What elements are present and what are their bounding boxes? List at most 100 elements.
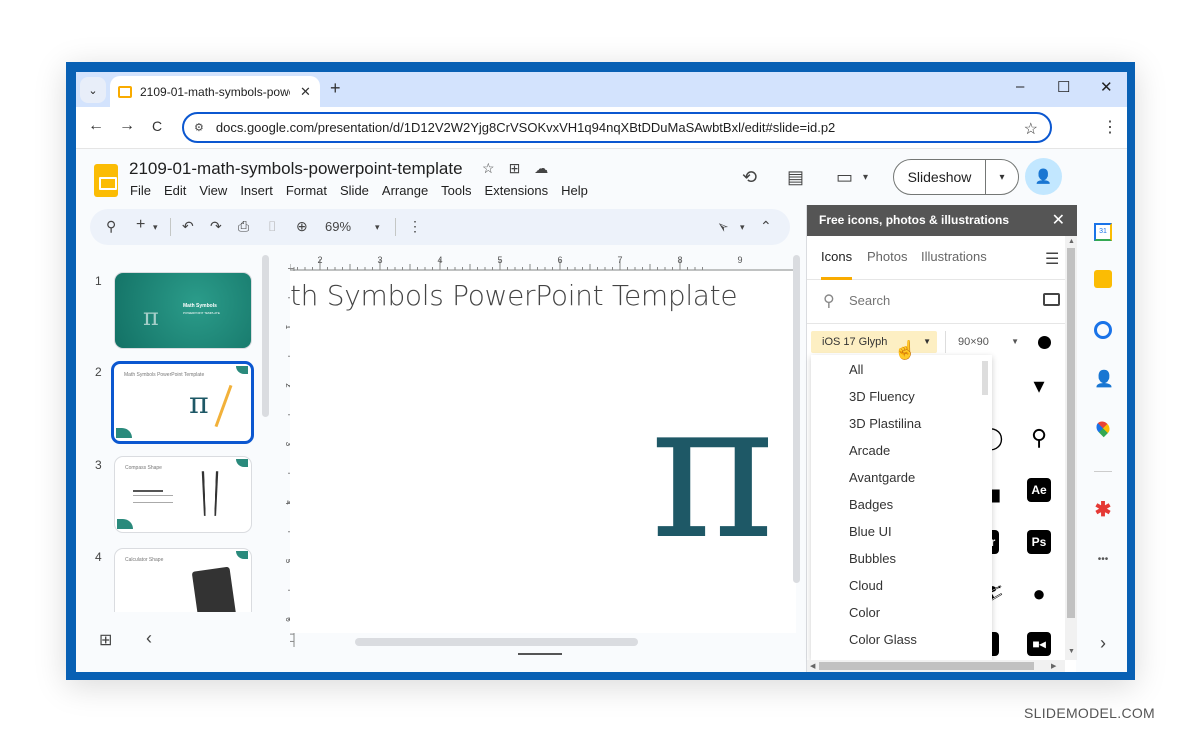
bookmark-star-icon[interactable]: ☆ <box>1024 119 1038 139</box>
video-camera-icon[interactable]: ■◂ <box>1027 632 1051 656</box>
tab-illustrations[interactable]: Illustrations <box>921 249 987 264</box>
style-option[interactable]: Color Glass <box>849 632 917 647</box>
style-option[interactable]: Bubbles <box>849 551 896 566</box>
style-dropdown[interactable]: iOS 17 Glyph ▼ <box>811 331 937 353</box>
slide-thumbnail-3[interactable]: Compass Shape <box>114 456 252 533</box>
icon-search-input[interactable] <box>849 293 1009 308</box>
paint-format-icon[interactable]: ⌷ <box>268 218 276 235</box>
scroll-down-icon[interactable]: ▼ <box>1068 648 1075 655</box>
menu-tools[interactable]: Tools <box>441 183 471 198</box>
style-option[interactable]: Arcade <box>849 443 890 458</box>
undo-icon[interactable]: ↶ <box>182 218 194 235</box>
canvas-vertical-scrollbar[interactable] <box>793 255 800 583</box>
bulb-icon[interactable]: ▾ <box>1027 373 1051 398</box>
redo-icon[interactable]: ↷ <box>210 218 222 235</box>
browser-tab[interactable]: 2109-01-math-symbols-powerpoint-template… <box>110 76 320 107</box>
new-tab-button[interactable]: + <box>330 78 341 99</box>
scroll-right-icon[interactable]: ▶ <box>1051 662 1056 670</box>
scroll-left-icon[interactable]: ◀ <box>810 662 815 670</box>
menu-arrange[interactable]: Arrange <box>382 183 428 198</box>
style-option[interactable]: 3D Plastilina <box>849 416 921 431</box>
slide-thumbnail-1[interactable]: Math Symbols POWERPOINT TEMPLATE π <box>114 272 252 349</box>
panel-scroll-thumb[interactable] <box>1067 248 1075 618</box>
reload-button[interactable]: C <box>152 118 162 134</box>
menu-file[interactable]: File <box>130 183 151 198</box>
address-bar[interactable]: ⚙ docs.google.com/presentation/d/1D12V2W… <box>182 112 1052 143</box>
panel-hscroll-thumb[interactable] <box>819 662 1034 670</box>
slides-logo-icon[interactable] <box>94 164 118 197</box>
style-option[interactable]: Blue UI <box>849 524 892 539</box>
search-menus-icon[interactable]: ⚲ <box>106 218 116 235</box>
select-tool-icon[interactable]: ➢ <box>713 216 733 237</box>
version-history-icon[interactable]: ⟲ <box>742 167 757 188</box>
color-picker[interactable] <box>1038 336 1051 349</box>
new-slide-caret-icon[interactable]: ▾ <box>153 222 158 233</box>
speaker-notes-handle[interactable] <box>518 653 562 655</box>
panel-close-icon[interactable]: ✕ <box>1052 205 1065 236</box>
filmstrip-scrollbar[interactable] <box>262 255 269 417</box>
slideshow-label[interactable]: Slideshow <box>894 160 986 194</box>
star-icon[interactable]: ☆ <box>482 160 495 177</box>
meet-icon[interactable]: ▭ <box>836 167 853 188</box>
site-settings-icon[interactable]: ⚙ <box>194 121 204 134</box>
apple-icon[interactable]: ● <box>1027 581 1051 606</box>
minimize-button[interactable]: – <box>1016 78 1024 95</box>
pi-symbol-graphic[interactable]: π <box>650 376 775 566</box>
cloud-status-icon[interactable]: ☁ <box>534 160 548 177</box>
google-tasks-icon[interactable] <box>1094 321 1112 339</box>
zoom-caret-icon[interactable]: ▾ <box>375 222 380 233</box>
menu-view[interactable]: View <box>199 183 227 198</box>
tab-photos[interactable]: Photos <box>867 249 907 264</box>
close-window-button[interactable]: ✕ <box>1100 78 1113 96</box>
meet-caret-icon[interactable]: ▾ <box>863 172 868 183</box>
slide-title-text[interactable]: th Symbols PowerPoint Template <box>290 279 738 312</box>
google-maps-icon[interactable] <box>1093 418 1113 438</box>
size-dropdown[interactable]: 90×90 ▼ <box>945 331 1025 353</box>
slide-canvas[interactable]: th Symbols PowerPoint Template π <box>290 271 796 633</box>
menu-extensions[interactable]: Extensions <box>485 183 549 198</box>
scroll-up-icon[interactable]: ▲ <box>1068 238 1075 245</box>
comments-icon[interactable]: ▤ <box>787 167 804 188</box>
menu-edit[interactable]: Edit <box>164 183 186 198</box>
menu-format[interactable]: Format <box>286 183 327 198</box>
document-title[interactable]: 2109-01-math-symbols-powerpoint-template <box>129 159 463 179</box>
menu-help[interactable]: Help <box>561 183 588 198</box>
url-text[interactable]: docs.google.com/presentation/d/1D12V2W2Y… <box>216 120 835 135</box>
horizontal-ruler[interactable]: 2 3 4 5 6 7 8 9 <box>290 255 796 271</box>
select-caret-icon[interactable]: ▾ <box>740 222 745 233</box>
style-option[interactable]: 3D Fluency <box>849 389 915 404</box>
browser-menu-icon[interactable]: ⋮ <box>1102 117 1118 137</box>
tab-icons[interactable]: Icons <box>821 249 852 264</box>
style-option[interactable]: Color <box>849 605 880 620</box>
google-contacts-icon[interactable]: 👤 <box>1094 371 1114 389</box>
collapse-toolbar-icon[interactable]: ⌃ <box>760 218 772 235</box>
move-folder-icon[interactable]: ⊞ <box>509 160 521 177</box>
maximize-button[interactable]: ☐ <box>1057 78 1070 96</box>
collapse-filmstrip-icon[interactable]: ‹ <box>146 628 152 649</box>
zoom-icon[interactable]: ⊕ <box>296 218 308 235</box>
more-options-icon[interactable]: ⋮ <box>408 218 422 235</box>
slideshow-dropdown-icon[interactable]: ▾ <box>986 172 1018 183</box>
google-keep-icon[interactable] <box>1094 270 1112 288</box>
style-option[interactable]: Cloud <box>849 578 883 593</box>
print-icon[interactable]: ⎙ <box>238 218 249 235</box>
adobe-photoshop-icon[interactable]: Ps <box>1027 530 1051 554</box>
canvas-horizontal-scrollbar[interactable] <box>355 638 638 646</box>
menu-slide[interactable]: Slide <box>340 183 369 198</box>
forward-button[interactable]: → <box>119 117 135 135</box>
new-slide-icon[interactable]: + <box>136 216 145 234</box>
google-calendar-icon[interactable]: 31 <box>1094 223 1112 241</box>
addon-asterisk-icon[interactable]: ✱ <box>1094 500 1112 520</box>
adobe-after-effects-icon[interactable]: Ae <box>1027 478 1051 502</box>
dropdown-scrollbar[interactable] <box>982 361 988 395</box>
search-result-icon[interactable]: ⚲ <box>1027 425 1051 450</box>
style-option[interactable]: Avantgarde <box>849 470 915 485</box>
hamburger-menu-icon[interactable]: ☰ <box>1045 249 1059 269</box>
tab-search-button[interactable]: ⌄ <box>80 77 106 103</box>
slide-thumbnail-2[interactable]: Math Symbols PowerPoint Template π <box>111 361 254 444</box>
expand-rail-icon[interactable]: › <box>1094 634 1112 652</box>
share-button[interactable]: 👤 <box>1025 158 1062 195</box>
panel-vertical-scrollbar[interactable]: ▲ ▼ <box>1065 236 1077 660</box>
back-button[interactable]: ← <box>88 117 104 135</box>
style-option[interactable]: Badges <box>849 497 893 512</box>
